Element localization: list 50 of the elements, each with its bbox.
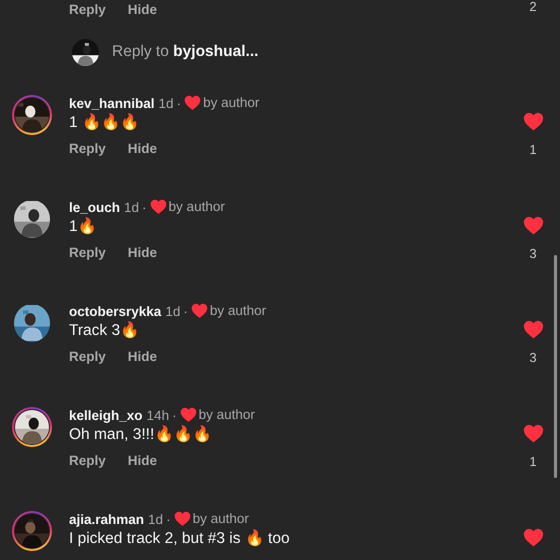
username[interactable]: le_ouch: [69, 200, 120, 214]
like-icon[interactable]: [522, 424, 544, 443]
author-like-label: by author: [203, 95, 260, 110]
comment-text: Track 3🔥: [69, 320, 140, 341]
separator-dot: ·: [172, 408, 177, 422]
like-count: 3: [529, 348, 537, 367]
comment-text: I picked track 2, but #3 is 🔥 too: [69, 528, 291, 549]
reply-link[interactable]: Reply: [69, 2, 106, 16]
separator-dot: ·: [183, 304, 188, 318]
timestamp: 1d: [158, 96, 174, 110]
separator-dot: ·: [142, 200, 147, 214]
username[interactable]: kev_hannibal: [69, 96, 155, 110]
timestamp: 1d: [124, 200, 140, 214]
hide-link[interactable]: Hide: [128, 348, 158, 364]
author-like-label: by author: [168, 199, 225, 214]
username[interactable]: octobersrykka: [69, 304, 162, 318]
separator-dot: ·: [176, 96, 182, 110]
comment-text: Oh man, 3!!!🔥🔥🔥: [69, 424, 212, 445]
like-icon[interactable]: [522, 112, 544, 131]
like-count: 1: [529, 140, 537, 159]
author-like-label: by author: [210, 303, 266, 318]
hide-link[interactable]: Hide: [128, 2, 158, 16]
author-like-label: by author: [192, 511, 249, 526]
like-count: 1: [529, 452, 537, 471]
hide-link[interactable]: Hide: [128, 140, 158, 156]
reply-link[interactable]: Reply: [69, 348, 106, 364]
like-icon[interactable]: [522, 216, 544, 235]
scrollbar[interactable]: [554, 255, 557, 478]
timestamp: 1d: [165, 304, 180, 318]
hide-link[interactable]: Hide: [128, 244, 158, 260]
reply-link[interactable]: Reply: [69, 140, 106, 156]
username[interactable]: ajia.rahman: [69, 512, 144, 526]
comment-text: 1🔥: [69, 216, 98, 237]
separator-dot: ·: [166, 512, 171, 526]
timestamp: 14h: [146, 408, 170, 422]
like-icon[interactable]: [522, 528, 544, 547]
story-ring[interactable]: [12, 511, 52, 551]
hide-link[interactable]: Hide: [128, 452, 158, 468]
like-count: 3: [529, 244, 537, 263]
timestamp: 1d: [148, 512, 164, 526]
username[interactable]: kelleigh_xo: [69, 408, 143, 422]
comment-text: 1 🔥🔥🔥: [69, 112, 140, 133]
story-ring[interactable]: [12, 407, 52, 447]
author-like-label: by author: [198, 407, 255, 422]
like-icon[interactable]: [522, 320, 544, 339]
story-ring[interactable]: [12, 95, 52, 135]
reply-link[interactable]: Reply: [69, 452, 106, 468]
reply-link[interactable]: Reply: [69, 244, 106, 260]
like-count: 2: [528, 0, 538, 16]
reply-to-prompt[interactable]: Reply to byjoshual...: [112, 43, 258, 61]
